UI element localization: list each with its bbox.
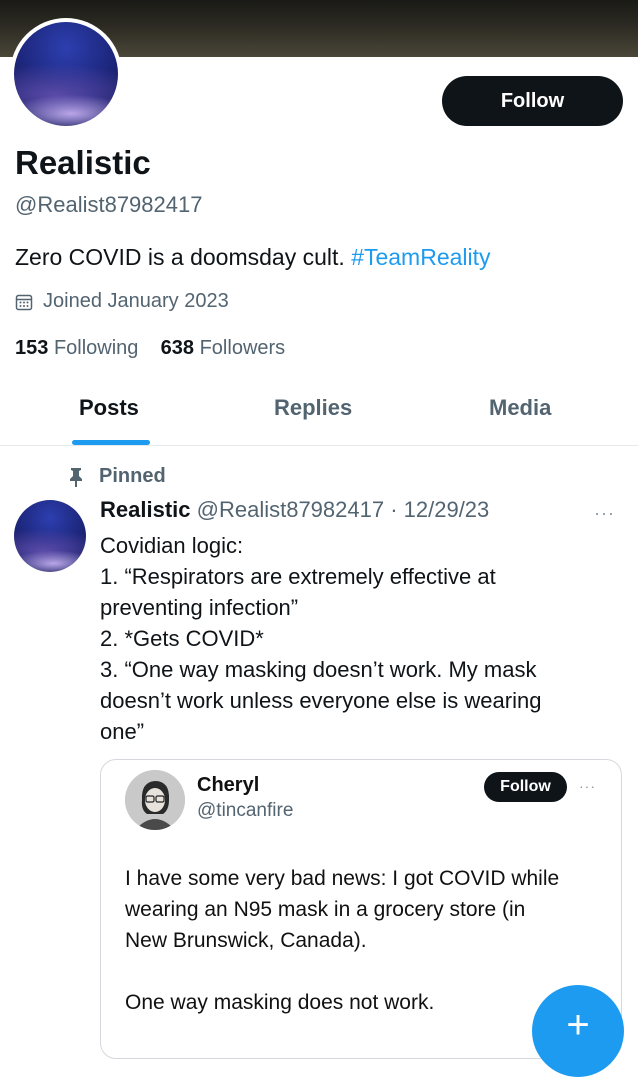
calendar-icon (15, 293, 33, 311)
bio-text: Zero COVID is a doomsday cult. (15, 244, 345, 270)
followers-label: Followers (199, 337, 286, 359)
joined-date: Joined January 2023 (15, 290, 229, 313)
post-line: 2. *Gets COVID* (100, 626, 264, 651)
post-header: Realistic @Realist87982417 · 12/29/23 (100, 497, 489, 523)
compose-post-button[interactable]: + (532, 985, 624, 1077)
post-line: Covidian logic: (100, 533, 244, 558)
post-line: 3. “One way masking doesn’t work. My mas… (100, 657, 537, 682)
profile-handle: @Realist87982417 (15, 192, 203, 217)
pinned-text: Pinned (99, 465, 166, 487)
followers-count: 638 (160, 337, 195, 359)
tab-posts[interactable]: Posts (79, 395, 139, 421)
pinned-label: Pinned (68, 465, 166, 488)
post-line: 1. “Respirators are extremely effective … (100, 564, 496, 589)
quoted-author-avatar[interactable] (125, 770, 185, 830)
pin-icon (68, 467, 84, 487)
post-avatar-image (14, 500, 86, 572)
profile-bio: Zero COVID is a doomsday cult. #TeamReal… (15, 244, 491, 271)
following-link[interactable]: 153 Following (15, 337, 138, 359)
person-illustration-icon (125, 770, 185, 830)
profile-avatar-image (14, 22, 118, 126)
active-tab-indicator (72, 440, 150, 445)
quote-line: I have some very bad news: I got COVID w… (125, 867, 560, 890)
post-line: preventing infection” (100, 595, 299, 620)
followers-link[interactable]: 638 Followers (161, 337, 286, 359)
quote-line: wearing an N95 mask in a grocery store (… (125, 898, 526, 921)
post-author-avatar[interactable] (14, 500, 86, 572)
following-label: Following (53, 337, 139, 359)
post-line: one” (100, 719, 145, 744)
post-text: Covidian logic: 1. “Respirators are extr… (100, 530, 620, 747)
quoted-follow-button[interactable]: Follow (484, 772, 567, 802)
post-meta: @Realist87982417 · 12/29/23 (196, 497, 490, 522)
quote-line: New Brunswick, Canada). (125, 929, 367, 952)
quoted-post-text: I have some very bad news: I got COVID w… (125, 863, 559, 1018)
joined-text: Joined January 2023 (43, 290, 229, 312)
post-more-button[interactable]: ··· (594, 503, 615, 524)
profile-tabs: Posts Replies Media (0, 385, 638, 446)
quoted-author-name[interactable]: Cheryl (197, 774, 259, 797)
profile-name: Realistic (15, 144, 151, 181)
following-count: 153 (15, 337, 49, 359)
post-line: doesn’t work unless everyone else is wea… (100, 688, 542, 713)
quoted-author-handle: @tincanfire (197, 800, 294, 821)
post-author-name[interactable]: Realistic (100, 497, 191, 522)
tab-replies[interactable]: Replies (274, 395, 352, 421)
follow-button[interactable]: Follow (442, 76, 623, 126)
profile-avatar[interactable] (10, 18, 122, 130)
quoted-more-button[interactable]: ··· (579, 778, 596, 794)
tab-media[interactable]: Media (489, 395, 551, 421)
quote-line: One way masking does not work. (125, 991, 435, 1014)
bio-hashtag-link[interactable]: #TeamReality (351, 244, 490, 270)
follow-stats: 153 Following 638 Followers (15, 337, 285, 360)
